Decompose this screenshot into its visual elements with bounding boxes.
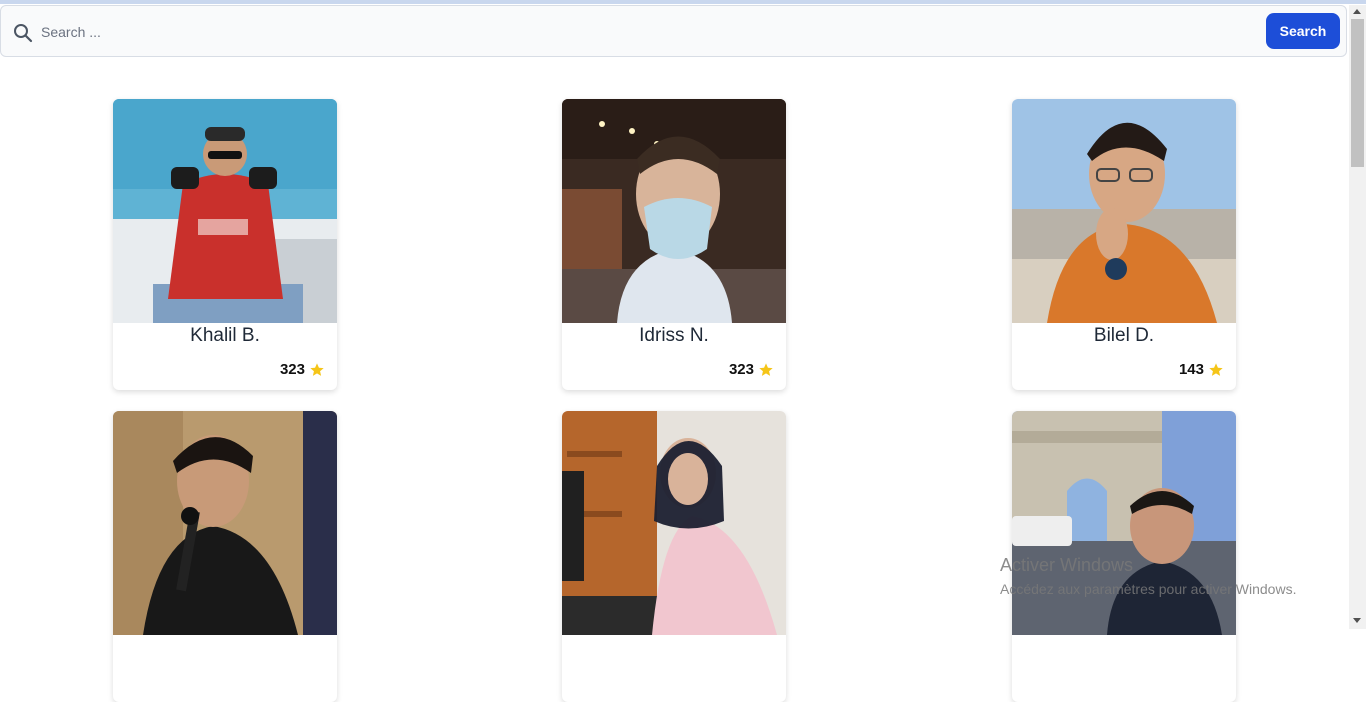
profile-card[interactable]: Idriss N. 323 — [562, 99, 786, 390]
profile-name: Khalil B. — [190, 325, 260, 346]
watermark-title: Activer Windows — [1000, 555, 1134, 575]
profile-rating: 323 — [280, 361, 325, 378]
profile-photo[interactable] — [113, 99, 337, 323]
windows-activation-watermark: Activer Windows Accédez aux paramètres p… — [1000, 555, 1296, 597]
profile-card[interactable]: Khalil B. 323 — [113, 99, 337, 390]
search-bar: Search — [0, 5, 1347, 57]
rating-value: 323 — [728, 361, 754, 378]
profile-card[interactable] — [113, 411, 337, 702]
profile-name: Bilel D. — [1093, 325, 1155, 346]
profile-photo[interactable] — [562, 411, 786, 635]
profile-name: Idriss N. — [639, 325, 709, 346]
scroll-down-arrow-icon[interactable] — [1353, 618, 1361, 623]
star-icon — [310, 362, 324, 376]
profile-rating: 143 — [1179, 361, 1224, 378]
profile-photo[interactable] — [113, 411, 337, 635]
search-icon — [14, 24, 33, 43]
scroll-up-arrow-icon[interactable] — [1353, 9, 1361, 14]
window-top-border — [0, 0, 1366, 4]
star-icon — [759, 362, 773, 376]
profile-photo[interactable] — [1012, 99, 1236, 323]
scrollbar-thumb[interactable] — [1351, 19, 1364, 167]
profile-rating: 323 — [729, 361, 774, 378]
rating-value: 323 — [279, 361, 305, 378]
star-icon — [1209, 362, 1223, 376]
profile-photo[interactable] — [562, 99, 786, 323]
rating-value: 143 — [1178, 361, 1204, 378]
search-input[interactable] — [41, 17, 1241, 47]
profile-card[interactable]: Bilel D. 143 — [1012, 99, 1236, 390]
search-button[interactable]: Search — [1266, 13, 1340, 49]
watermark-subtitle: Accédez aux paramètres pour activer Wind… — [1000, 581, 1297, 597]
profile-card[interactable] — [562, 411, 786, 702]
profile-photo[interactable] — [1012, 411, 1236, 635]
vertical-scrollbar[interactable] — [1349, 5, 1366, 629]
